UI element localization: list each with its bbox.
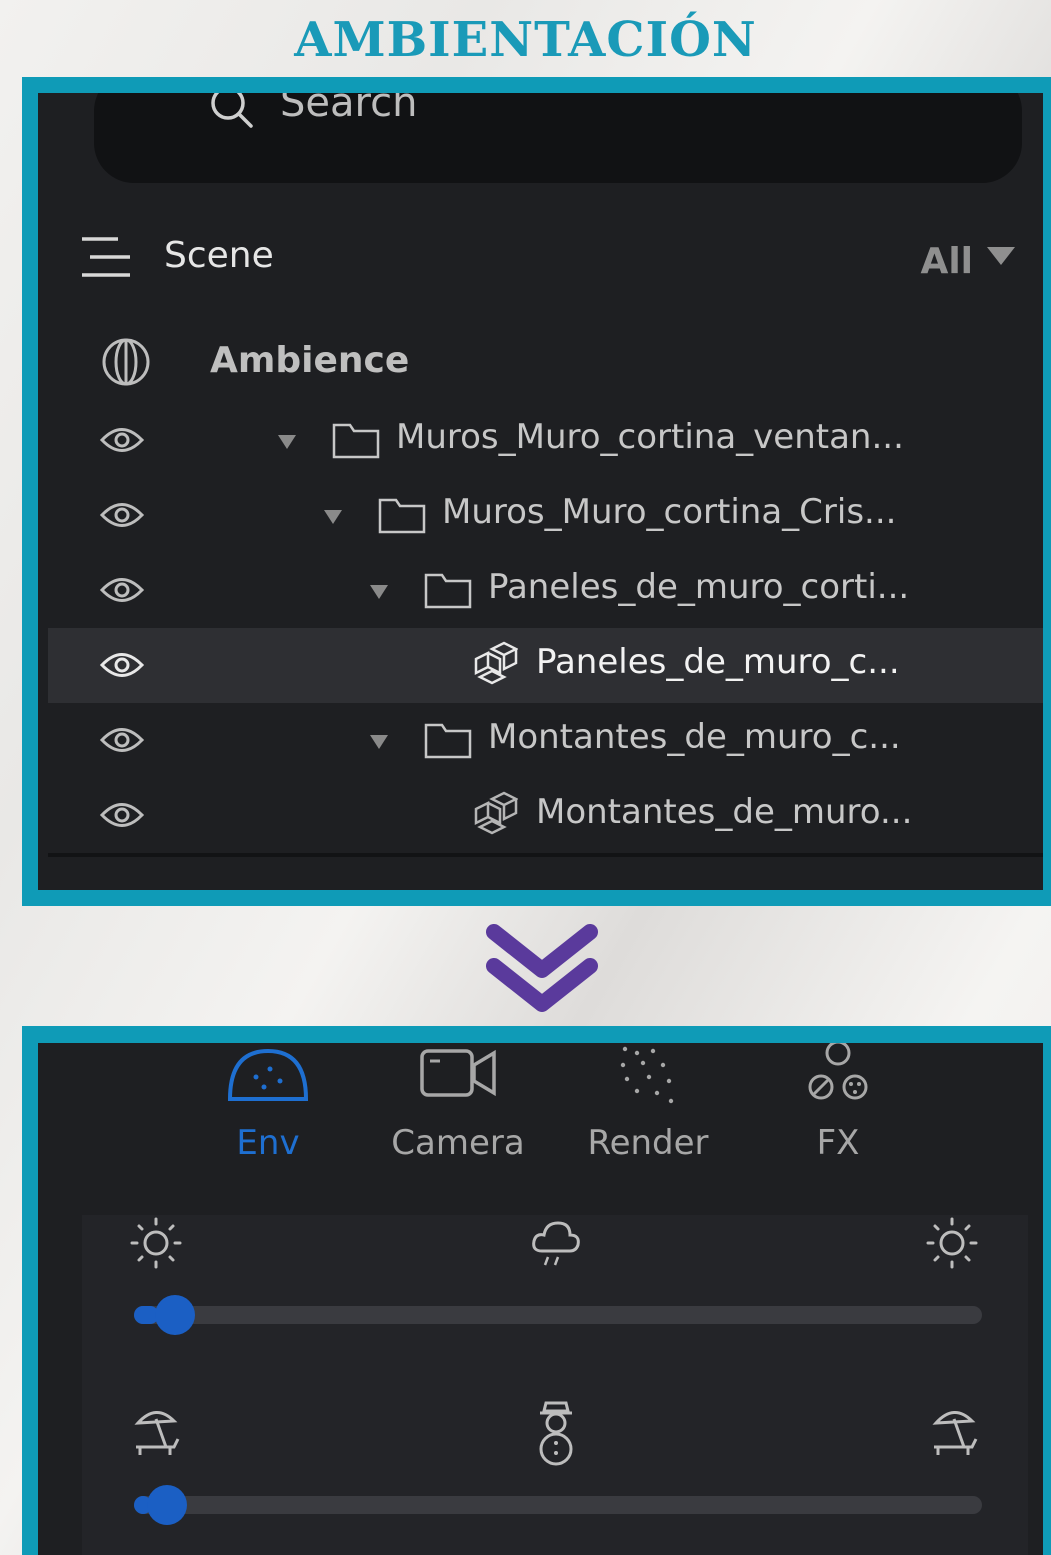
tab-label: Render — [587, 1123, 709, 1163]
cloud-storm-icon — [532, 1221, 580, 1266]
temperature-slider-thumb[interactable] — [146, 1485, 187, 1525]
page-title: AMBIENTACIÓN — [294, 12, 757, 68]
panel-divider — [48, 853, 1043, 857]
eye-icon[interactable] — [100, 423, 144, 457]
expand-toggle-icon[interactable] — [324, 510, 342, 524]
render-dots-icon — [620, 1046, 674, 1104]
eye-icon[interactable] — [100, 723, 144, 757]
search-bar[interactable] — [94, 93, 1022, 183]
eye-icon[interactable] — [100, 573, 144, 607]
tab-camera[interactable]: Camera — [368, 1043, 548, 1203]
environment-panel: Env Camera Render FX — [38, 1043, 1043, 1555]
eye-icon[interactable] — [100, 498, 144, 532]
tab-label: Camera — [391, 1123, 525, 1163]
tree-row[interactable]: Paneles_de_muro_corti... — [48, 553, 1043, 628]
temperature-slider[interactable] — [134, 1485, 982, 1525]
tab-fx[interactable]: FX — [748, 1043, 928, 1203]
folder-icon — [424, 723, 472, 759]
row-label: Muros_Muro_cortina_Cris... — [442, 492, 897, 532]
environment-controls — [82, 1215, 1028, 1555]
tab-label: Env — [236, 1123, 300, 1163]
tree-row[interactable]: Montantes_de_muro_c... — [48, 703, 1043, 778]
eye-icon[interactable] — [100, 648, 144, 682]
folder-icon — [332, 423, 380, 459]
row-label: Paneles_de_muro_corti... — [488, 567, 910, 607]
sun-icon — [130, 1217, 182, 1269]
eye-icon[interactable] — [100, 798, 144, 832]
tree-row-selected[interactable]: Paneles_de_muro_c... — [48, 628, 1043, 703]
scene-label: Scene — [164, 235, 274, 276]
filter-dropdown[interactable]: All — [920, 241, 1015, 282]
globe-icon — [102, 338, 150, 386]
row-label: Montantes_de_muro... — [536, 792, 913, 832]
weather-slider-thumb[interactable] — [155, 1295, 196, 1335]
mesh-icon — [474, 641, 518, 685]
chevron-down-icon — [987, 246, 1015, 265]
folder-icon — [378, 498, 426, 534]
beach-umbrella-icon — [932, 1411, 978, 1455]
tab-label: FX — [816, 1123, 860, 1163]
sun-icon — [926, 1217, 978, 1269]
search-icon — [211, 93, 253, 128]
snowman-icon — [539, 1401, 573, 1466]
filter-label: All — [920, 241, 973, 282]
tree-row[interactable]: Montantes_de_muro... — [48, 778, 1043, 853]
row-label: Muros_Muro_cortina_ventan... — [396, 417, 904, 457]
beach-umbrella-icon — [134, 1411, 180, 1455]
double-chevron-down-icon — [486, 924, 598, 1012]
row-label: Paneles_de_muro_c... — [536, 642, 900, 682]
expand-toggle-icon[interactable] — [278, 435, 296, 449]
env-dome-icon — [227, 1048, 309, 1101]
row-label: Montantes_de_muro_c... — [488, 717, 901, 757]
tab-render[interactable]: Render — [558, 1043, 738, 1203]
ambience-label: Ambience — [210, 340, 410, 381]
expand-toggle-icon[interactable] — [370, 585, 388, 599]
scene-header: Scene All — [38, 223, 1043, 293]
tab-env[interactable]: Env — [178, 1043, 358, 1203]
folder-icon — [424, 573, 472, 609]
outliner-panel: Scene All Ambience Muros_Muro_cortina_ve… — [38, 93, 1043, 890]
camera-icon — [420, 1049, 496, 1097]
menu-icon[interactable] — [78, 235, 134, 279]
search-input[interactable] — [280, 93, 880, 133]
expand-toggle-icon[interactable] — [370, 735, 388, 749]
tree-row[interactable]: Muros_Muro_cortina_ventan... — [48, 403, 1043, 478]
tab-bar: Env Camera Render FX — [38, 1043, 1043, 1203]
fx-icon — [808, 1043, 868, 1100]
mesh-icon — [474, 791, 518, 835]
weather-slider[interactable] — [134, 1295, 982, 1335]
ambience-row[interactable]: Ambience — [38, 328, 1043, 388]
tree-row[interactable]: Muros_Muro_cortina_Cris... — [48, 478, 1043, 553]
